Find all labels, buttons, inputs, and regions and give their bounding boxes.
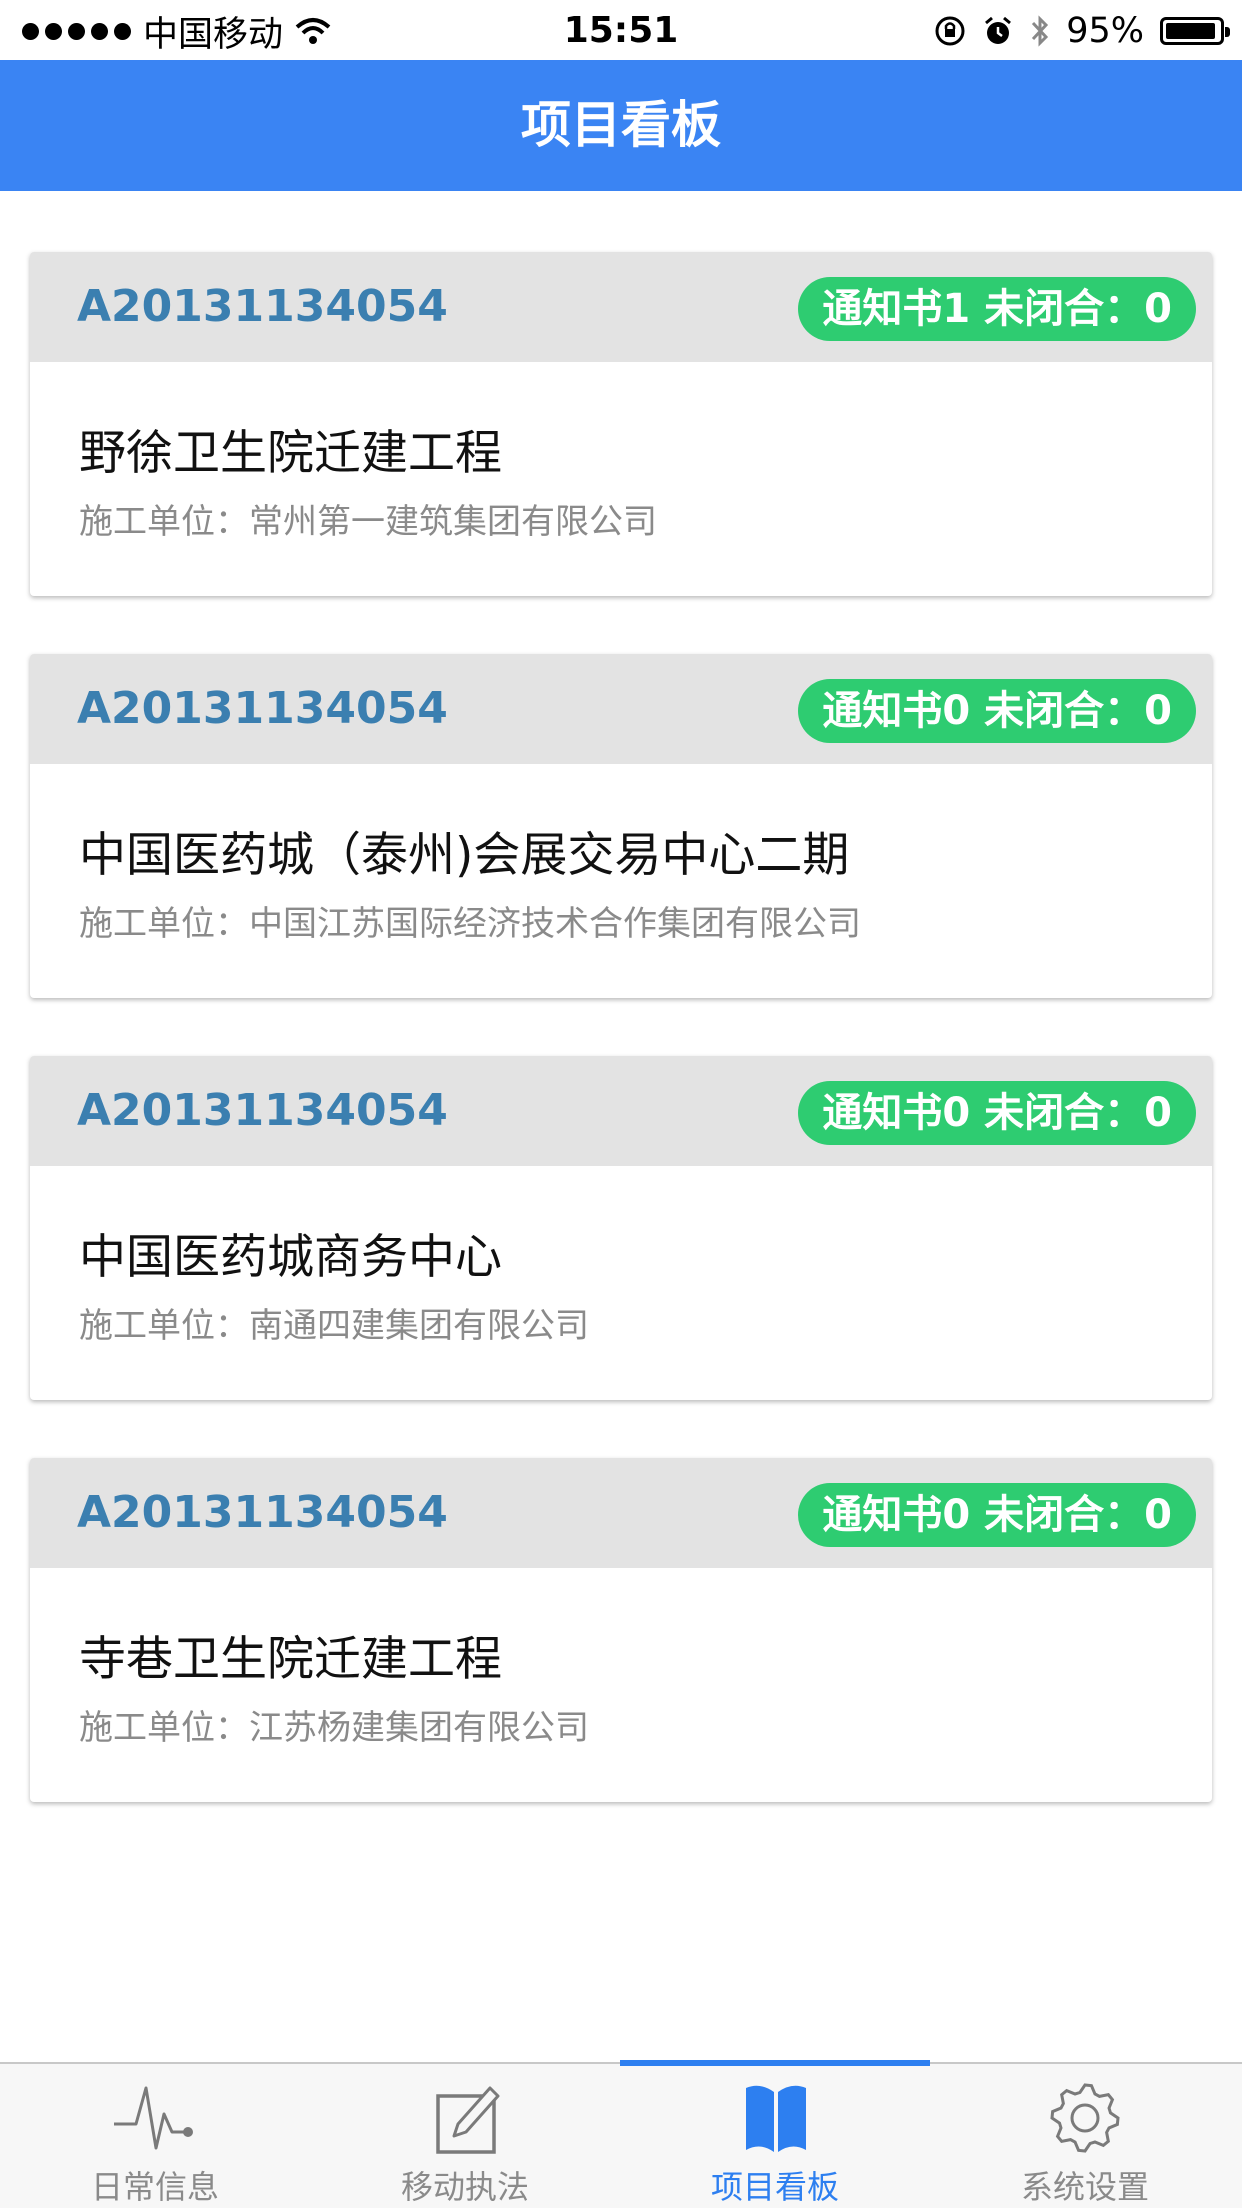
card-header: A20131134054 通知书0 未闭合：0 <box>30 1056 1212 1166</box>
nav-bar: 项目看板 <box>0 60 1242 191</box>
construction-unit: 施工单位：常州第一建筑集团有限公司 <box>79 502 657 542</box>
tab-label: 移动执法 <box>400 2168 529 2206</box>
notice-badge: 通知书1 未闭合：0 <box>798 277 1196 341</box>
construction-unit: 施工单位：南通四建集团有限公司 <box>79 1306 589 1346</box>
card-header: A20131134054 通知书0 未闭合：0 <box>30 654 1212 764</box>
pulse-icon <box>0 2078 310 2160</box>
project-code: A20131134054 <box>77 1487 448 1538</box>
project-name: 中国医药城商务中心 <box>79 1230 502 1285</box>
orientation-lock-icon <box>935 16 965 46</box>
notice-badge: 通知书0 未闭合：0 <box>798 679 1196 743</box>
notice-badge: 通知书0 未闭合：0 <box>798 1483 1196 1547</box>
project-card[interactable]: A20131134054 通知书0 未闭合：0 中国医药城（泰州)会展交易中心二… <box>30 654 1212 998</box>
card-header: A20131134054 通知书1 未闭合：0 <box>30 252 1212 362</box>
project-card[interactable]: A20131134054 通知书1 未闭合：0 野徐卫生院迁建工程 施工单位：常… <box>30 252 1212 596</box>
tab-system-settings[interactable]: 系统设置 <box>930 2064 1240 2210</box>
book-icon <box>620 2078 930 2160</box>
project-code: A20131134054 <box>77 281 448 332</box>
tab-label: 系统设置 <box>1020 2168 1149 2206</box>
tab-daily-info[interactable]: 日常信息 <box>0 2064 310 2210</box>
tab-label: 日常信息 <box>90 2168 219 2206</box>
project-code: A20131134054 <box>77 1085 448 1136</box>
tab-project-board[interactable]: 项目看板 <box>620 2060 930 2210</box>
battery-icon <box>1160 17 1230 45</box>
status-bar: 中国移动 15:51 95% <box>0 0 1242 60</box>
gear-icon <box>930 2078 1240 2160</box>
construction-unit: 施工单位：江苏杨建集团有限公司 <box>79 1708 589 1748</box>
page-title: 项目看板 <box>521 96 721 154</box>
bluetooth-icon <box>1032 15 1049 47</box>
notice-badge: 通知书0 未闭合：0 <box>798 1081 1196 1145</box>
project-code: A20131134054 <box>77 683 448 734</box>
project-card[interactable]: A20131134054 通知书0 未闭合：0 中国医药城商务中心 施工单位：南… <box>30 1056 1212 1400</box>
active-tab-indicator <box>620 2060 930 2066</box>
battery-percent: 95% <box>1066 11 1144 51</box>
tab-bar: 日常信息 移动执法 项目看板 系统设置 <box>0 2060 1242 2210</box>
project-name: 寺巷卫生院迁建工程 <box>79 1632 502 1687</box>
battery-level <box>1166 23 1216 39</box>
tab-label: 项目看板 <box>710 2168 839 2206</box>
project-card[interactable]: A20131134054 通知书0 未闭合：0 寺巷卫生院迁建工程 施工单位：江… <box>30 1458 1212 1802</box>
card-header: A20131134054 通知书0 未闭合：0 <box>30 1458 1212 1568</box>
project-name: 野徐卫生院迁建工程 <box>79 426 502 481</box>
edit-icon <box>310 2078 620 2160</box>
alarm-icon <box>985 16 1012 44</box>
construction-unit: 施工单位：中国江苏国际经济技术合作集团有限公司 <box>79 904 861 944</box>
tab-mobile-enforcement[interactable]: 移动执法 <box>310 2064 620 2210</box>
status-right: 95% <box>934 8 1230 54</box>
project-name: 中国医药城（泰州)会展交易中心二期 <box>79 828 850 883</box>
